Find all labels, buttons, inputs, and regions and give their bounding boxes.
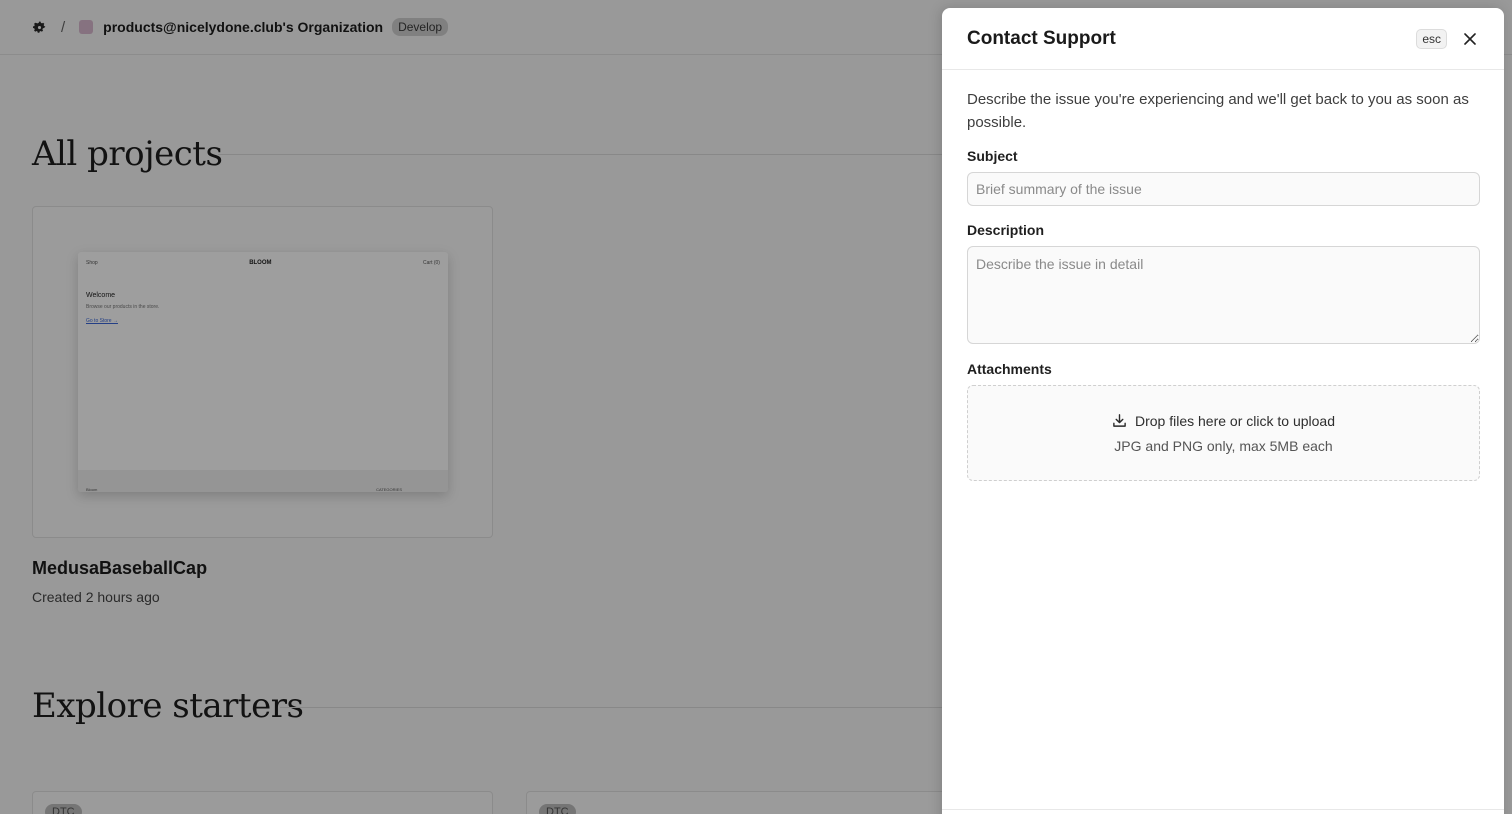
subject-input[interactable]	[967, 172, 1480, 206]
drawer-title: Contact Support	[967, 27, 1116, 49]
dropzone-hint: JPG and PNG only, max 5MB each	[1114, 437, 1333, 454]
footer-divider	[942, 809, 1504, 810]
attachments-label: Attachments	[967, 361, 1052, 377]
drawer-header: Contact Support esc	[942, 8, 1504, 70]
drawer-body: Describe the issue you're experiencing a…	[942, 70, 1504, 499]
esc-key-hint: esc	[1416, 28, 1447, 49]
description-label: Description	[967, 222, 1045, 238]
description-textarea[interactable]	[967, 246, 1480, 344]
subject-label: Subject	[967, 148, 1018, 164]
close-icon	[1464, 32, 1476, 45]
close-button[interactable]	[1461, 30, 1479, 48]
dropzone-text: Drop files here or click to upload	[1135, 412, 1335, 429]
contact-support-drawer: Contact Support esc Describe the issue y…	[942, 8, 1504, 814]
file-dropzone[interactable]: Drop files here or click to upload JPG a…	[967, 385, 1480, 481]
intro-text: Describe the issue you're experiencing a…	[967, 91, 1469, 131]
download-icon	[1113, 414, 1126, 427]
